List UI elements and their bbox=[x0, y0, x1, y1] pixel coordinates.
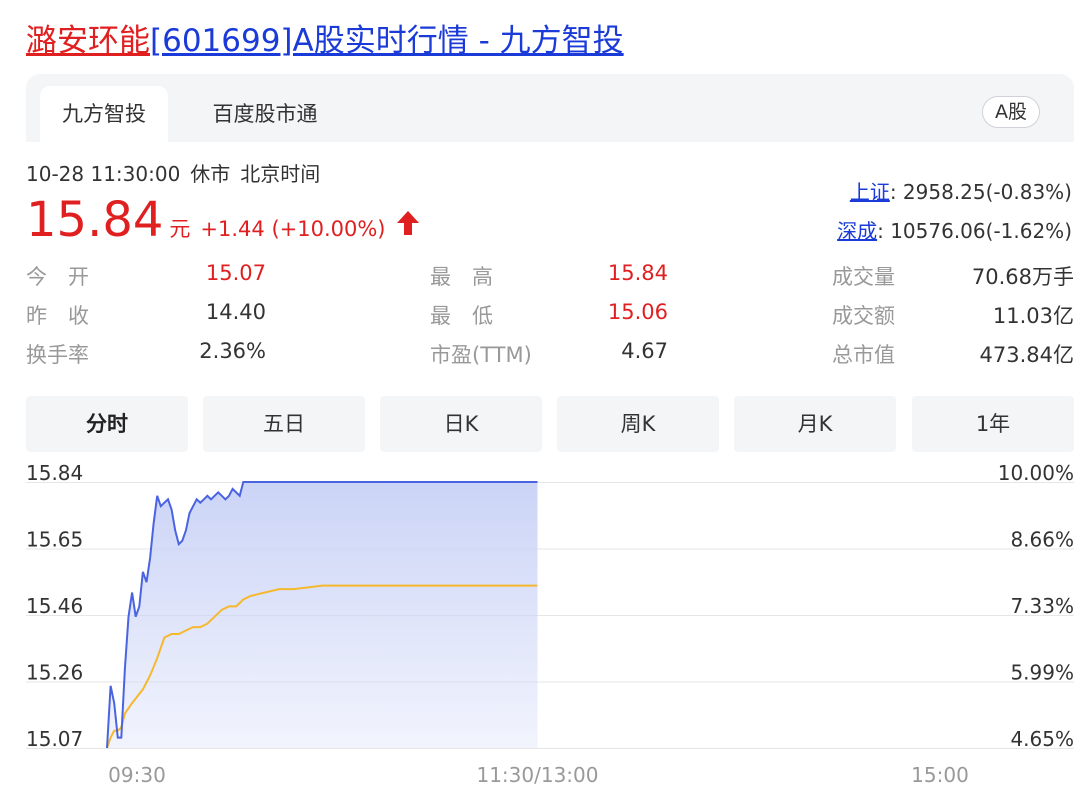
index-shenzhen-value: : 10576.06(-1.62%) bbox=[877, 219, 1072, 243]
stat-pe-value: 4.67 bbox=[621, 339, 668, 363]
stat-high-label: 最 高 bbox=[430, 265, 493, 289]
x-axis-time-label: 15:00 bbox=[911, 763, 969, 787]
x-axis-time-label: 09:30 bbox=[108, 763, 166, 787]
y-axis-percent-label: 4.65% bbox=[1010, 727, 1074, 751]
tab-baidu-stock[interactable]: 百度股市通 bbox=[190, 86, 340, 142]
period-weekly-k-button[interactable]: 周K bbox=[557, 396, 719, 452]
timezone-label: 北京时间 bbox=[240, 162, 321, 186]
stat-turnover-label: 换手率 bbox=[26, 343, 89, 367]
stat-turnover-value: 2.36% bbox=[199, 339, 266, 363]
index-shanghai-value: : 2958.25(-0.83%) bbox=[889, 180, 1072, 204]
current-price: 15.84 bbox=[26, 192, 164, 248]
title-link[interactable]: [601699]A股实时行情 - 九方智投 bbox=[150, 23, 624, 59]
y-axis-percent-label: 7.33% bbox=[1010, 594, 1074, 618]
period-daily-k-button[interactable]: 日K bbox=[380, 396, 542, 452]
y-axis-price-label: 15.07 bbox=[26, 727, 83, 751]
market-badge[interactable]: A股 bbox=[982, 96, 1040, 128]
stock-name-link[interactable]: 潞安环能 bbox=[26, 23, 150, 59]
stat-volume-label: 成交量 bbox=[832, 265, 895, 289]
arrow-up-icon bbox=[396, 210, 420, 240]
y-axis-percent-label: 10.00% bbox=[998, 462, 1074, 485]
period-5day-button[interactable]: 五日 bbox=[203, 396, 365, 452]
y-axis-price-label: 15.46 bbox=[26, 594, 83, 618]
page-title: 潞安环能[601699]A股实时行情 - 九方智投 bbox=[26, 18, 624, 64]
intraday-chart[interactable]: 15.84 10.00% 15.65 8.66% 15.46 7.33% 15.26 5.99… bbox=[0, 462, 1080, 789]
index-shanghai-link[interactable]: 上证 bbox=[850, 180, 890, 204]
stat-prev-label: 昨 收 bbox=[26, 304, 89, 328]
tab-jiufang[interactable]: 九方智投 bbox=[40, 86, 168, 142]
price-block: 15.84 元 +1.44 (+10.00%) bbox=[26, 190, 420, 250]
stat-volume-value: 70.68万手 bbox=[971, 265, 1074, 289]
index-shenzhen: 深成: 10576.06(-1.62%) bbox=[837, 215, 1072, 244]
stat-amount-label: 成交额 bbox=[832, 304, 895, 328]
stat-amount-value: 11.03亿 bbox=[992, 304, 1074, 328]
index-shanghai: 上证: 2958.25(-0.83%) bbox=[850, 176, 1072, 205]
y-axis-percent-label: 8.66% bbox=[1010, 528, 1074, 552]
x-axis-time-label: 11:30/13:00 bbox=[476, 763, 598, 787]
period-tab-bar: 分时 五日 日K 周K 月K 1年 bbox=[26, 396, 1074, 452]
stat-low-value: 15.06 bbox=[607, 300, 668, 324]
period-monthly-k-button[interactable]: 月K bbox=[734, 396, 896, 452]
stat-pe-label: 市盈(TTM) bbox=[430, 343, 532, 367]
stat-open-label: 今 开 bbox=[26, 265, 89, 289]
source-tab-bar: 九方智投 百度股市通 A股 bbox=[26, 74, 1074, 142]
index-shenzhen-link[interactable]: 深成 bbox=[837, 219, 877, 243]
stat-open-value: 15.07 bbox=[205, 261, 266, 285]
stat-low-label: 最 低 bbox=[430, 304, 493, 328]
y-axis-price-label: 15.65 bbox=[26, 528, 83, 552]
period-intraday-button[interactable]: 分时 bbox=[26, 396, 188, 452]
y-axis-price-label: 15.26 bbox=[26, 661, 83, 685]
market-status: 休市 bbox=[190, 162, 231, 186]
y-axis-price-label: 15.84 bbox=[26, 462, 83, 485]
price-area-fill bbox=[107, 482, 538, 748]
period-1year-button[interactable]: 1年 bbox=[912, 396, 1074, 452]
stat-high-value: 15.84 bbox=[607, 261, 668, 285]
stat-marketcap-label: 总市值 bbox=[832, 343, 895, 367]
y-axis-percent-label: 5.99% bbox=[1010, 661, 1074, 685]
stat-marketcap-value: 473.84亿 bbox=[979, 343, 1074, 367]
price-unit: 元 bbox=[169, 217, 191, 241]
quote-time-line: 10-28 11:30:00 休市 北京时间 bbox=[26, 158, 330, 187]
quote-datetime: 10-28 11:30:00 bbox=[26, 162, 181, 186]
stat-prev-value: 14.40 bbox=[205, 300, 266, 324]
price-change: +1.44 (+10.00%) bbox=[200, 217, 386, 241]
